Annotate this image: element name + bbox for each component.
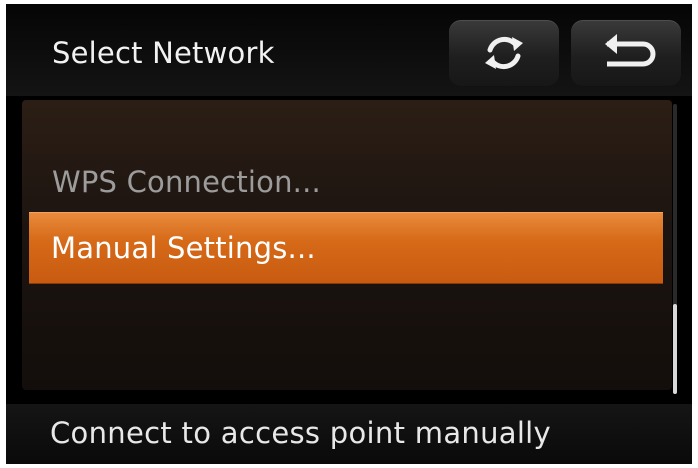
back-button[interactable] [571, 20, 681, 86]
scrollbar-thumb[interactable] [673, 304, 677, 394]
page-title: Select Network [52, 36, 275, 70]
refresh-icon [485, 36, 523, 70]
header-bar: Select Network [6, 4, 692, 96]
hint-bar: Connect to access point manually [6, 404, 692, 464]
hint-text: Connect to access point manually [50, 416, 551, 450]
menu-item-label: WPS Connection... [52, 165, 321, 199]
menu-item-label: Manual Settings... [51, 231, 316, 265]
refresh-button[interactable] [449, 20, 559, 86]
back-arrow-icon [605, 34, 656, 67]
menu-item-manual-settings[interactable]: Manual Settings... [29, 212, 663, 284]
menu-item-wps-connection[interactable]: WPS Connection... [30, 147, 664, 215]
scrollbar[interactable] [673, 104, 677, 394]
camera-screen: Select Network WPS Connection... Manual … [6, 4, 692, 464]
